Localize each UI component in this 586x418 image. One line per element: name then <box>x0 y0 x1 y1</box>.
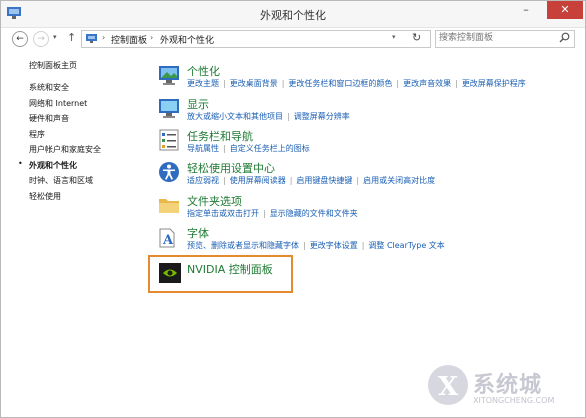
link-window-color[interactable]: 更改任务栏和窗口边框的颜色 <box>288 79 392 88</box>
site-watermark: X 系统城 XITONGCHENG.COM <box>425 357 585 413</box>
link-sound-effects[interactable]: 更改声音效果 <box>403 79 451 88</box>
nvidia-control-panel-item[interactable]: NVIDIA 控制面板 <box>148 255 293 293</box>
address-history-dropdown[interactable]: ▾ <box>392 33 396 41</box>
watermark-logo-icon: X <box>428 365 468 405</box>
arrow-left-icon: ← <box>16 34 24 44</box>
link-separator: | <box>455 79 458 88</box>
link-high-contrast[interactable]: 启用或关闭高对比度 <box>363 176 435 185</box>
link-screen-reader[interactable]: 使用屏幕阅读器 <box>230 176 286 185</box>
link-text-size[interactable]: 放大或缩小文本和其他项目 <box>187 112 283 121</box>
link-screen-resolution[interactable]: 调整屏幕分辨率 <box>294 112 350 121</box>
svg-text:X: X <box>438 372 459 402</box>
link-customize-taskbar-icons[interactable]: 自定义任务栏上的图标 <box>230 144 310 153</box>
category-title[interactable]: 轻松使用设置中心 <box>187 160 275 176</box>
breadcrumb-separator: › <box>102 33 106 42</box>
link-change-theme[interactable]: 更改主题 <box>187 79 219 88</box>
nvidia-icon <box>159 263 181 283</box>
watermark-url: XITONGCHENG.COM <box>473 396 555 405</box>
arrow-right-icon: → <box>37 34 45 44</box>
link-single-double-click[interactable]: 指定单击或双击打开 <box>187 209 259 218</box>
link-separator: | <box>289 176 293 185</box>
sidebar-item-user-accounts[interactable]: 用户帐户和家庭安全 <box>29 144 101 155</box>
link-font-settings[interactable]: 更改字体设置 <box>310 241 358 250</box>
watermark-text: 系统城 <box>473 372 543 398</box>
category-title[interactable]: 显示 <box>187 96 209 112</box>
link-separator: | <box>361 241 365 250</box>
refresh-button[interactable]: ↻ <box>412 31 421 44</box>
breadcrumb-control-panel[interactable]: 控制面板 <box>111 33 147 46</box>
refresh-icon: ↻ <box>412 31 422 44</box>
category-title[interactable]: 任务栏和导航 <box>187 128 253 144</box>
sidebar-item-home[interactable]: 控制面板主页 <box>29 60 77 71</box>
control-panel-icon <box>86 34 97 43</box>
arrow-up-icon: ↑ <box>67 31 77 44</box>
sidebar-item-ease-of-access[interactable]: 轻松使用 <box>29 191 61 202</box>
svg-text:A: A <box>162 233 174 248</box>
category-links: 更改主题 | 更改桌面背景 | 更改任务栏和窗口边框的颜色 | 更改声音效果 | 更改屏幕保护程… <box>187 78 530 89</box>
fonts-icon: A <box>159 228 175 248</box>
link-screensaver[interactable]: 更改屏幕保护程序 <box>462 79 526 88</box>
link-separator: | <box>356 176 360 185</box>
link-separator: | <box>263 209 266 218</box>
category-title[interactable]: 个性化 <box>187 63 220 79</box>
link-separator: | <box>287 112 290 121</box>
chevron-down-icon: ▾ <box>53 33 57 41</box>
ease-of-access-icon <box>159 162 179 182</box>
control-panel-window: 外观和个性化 – □ ✕ ← → ▾ ↑ › 控制面板 › 外观和个 <box>0 0 586 418</box>
breadcrumb-appearance[interactable]: 外观和个性化 <box>160 33 214 46</box>
close-button[interactable]: ✕ <box>547 1 583 19</box>
link-separator: | <box>223 144 226 153</box>
category-links: 指定单击或双击打开 | 显示隐藏的文件和文件夹 <box>187 208 362 219</box>
search-box[interactable] <box>435 30 575 48</box>
close-icon: ✕ <box>560 3 570 16</box>
display-icon <box>159 99 179 118</box>
category-links: 适应弱视 | 使用屏幕阅读器 | 启用键盘快捷键 | 启用或关闭高对比度 <box>187 175 439 186</box>
sidebar-item-hardware-sound[interactable]: 硬件和声音 <box>29 113 69 124</box>
personalization-icon <box>159 66 179 85</box>
recent-locations-dropdown[interactable]: ▾ <box>53 33 57 41</box>
back-button[interactable]: ← <box>12 31 28 47</box>
link-low-vision[interactable]: 适应弱视 <box>187 176 219 185</box>
link-separator: | <box>223 176 226 185</box>
minimize-button[interactable]: – <box>514 1 538 19</box>
category-title[interactable]: 文件夹选项 <box>187 193 242 209</box>
window-title: 外观和个性化 <box>260 9 326 22</box>
link-keyboard-shortcuts[interactable]: 启用键盘快捷键 <box>296 176 352 185</box>
sidebar-item-network[interactable]: 网络和 Internet <box>29 98 87 109</box>
link-separator: | <box>303 241 306 250</box>
link-separator: | <box>281 79 285 88</box>
category-links: 导航属性 | 自定义任务栏上的图标 <box>187 143 314 154</box>
link-cleartype[interactable]: 调整 ClearType 文本 <box>368 241 444 250</box>
category-links: 预览、删除或者显示和隐藏字体 | 更改字体设置 | 调整 ClearType 文本 <box>187 240 449 251</box>
sidebar-item-appearance[interactable]: 外观和个性化 <box>29 160 77 171</box>
search-input[interactable] <box>439 32 551 44</box>
navigation-bar: ← → ▾ ↑ › 控制面板 › 外观和个性化 ▾ ↻ <box>1 28 585 50</box>
search-icon <box>559 32 570 43</box>
chevron-down-icon: ▾ <box>392 33 396 41</box>
category-title[interactable]: 字体 <box>187 225 209 241</box>
forward-button[interactable]: → <box>33 31 49 47</box>
title-bar: 外观和个性化 – □ ✕ <box>1 1 585 28</box>
link-desktop-background[interactable]: 更改桌面背景 <box>230 79 278 88</box>
link-navigation-properties[interactable]: 导航属性 <box>187 144 219 153</box>
folder-options-icon <box>159 199 179 213</box>
sidebar-item-programs[interactable]: 程序 <box>29 129 45 140</box>
category-links: 放大或缩小文本和其他项目 | 调整屏幕分辨率 <box>187 111 354 122</box>
up-button[interactable]: ↑ <box>67 31 76 44</box>
link-show-hidden-files[interactable]: 显示隐藏的文件和文件夹 <box>270 209 358 218</box>
nvidia-title[interactable]: NVIDIA 控制面板 <box>187 261 273 277</box>
breadcrumb-separator: › <box>150 33 154 42</box>
link-preview-delete-fonts[interactable]: 预览、删除或者显示和隐藏字体 <box>187 241 299 250</box>
sidebar-item-clock-language[interactable]: 时钟、语言和区域 <box>29 175 93 186</box>
link-separator: | <box>396 79 400 88</box>
sidebar-item-system-security[interactable]: 系统和安全 <box>29 82 69 93</box>
active-bullet-icon: • <box>18 159 23 168</box>
taskbar-icon <box>159 129 179 151</box>
address-bar[interactable]: › 控制面板 › 外观和个性化 ▾ ↻ <box>81 30 431 48</box>
link-separator: | <box>223 79 226 88</box>
